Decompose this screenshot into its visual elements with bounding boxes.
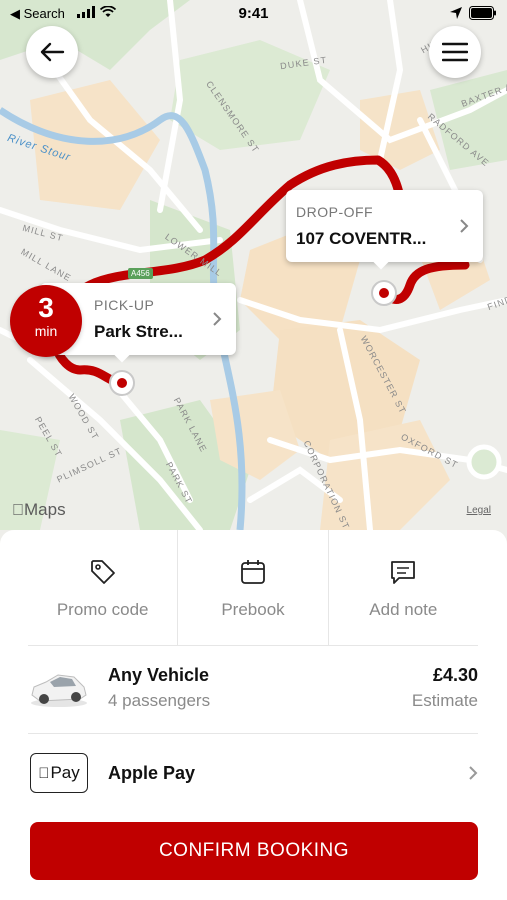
eta-unit: min	[34, 323, 58, 339]
apple-pay-badge: Pay	[30, 753, 88, 793]
pickup-label: PICK-UP	[94, 297, 155, 313]
vehicle-name: Any Vehicle	[108, 665, 210, 685]
wifi-icon	[100, 6, 116, 17]
apple-maps-logo: Maps	[12, 500, 66, 519]
car-icon	[31, 674, 87, 707]
promo-code-label: Promo code	[56, 600, 149, 619]
chevron-right-icon	[213, 312, 222, 326]
chevron-right-icon	[469, 766, 478, 780]
prebook-label: Prebook	[221, 600, 285, 619]
payment-method-label: Apple Pay	[108, 763, 196, 783]
battery-icon	[469, 6, 496, 20]
note-icon	[391, 561, 416, 584]
add-note-label: Add note	[369, 600, 438, 619]
booking-sheet: Promo code Prebook Add note Any Vehicle …	[0, 530, 507, 900]
add-note-button[interactable]: Add note	[327, 530, 478, 645]
vehicle-passengers: 4 passengers	[108, 691, 211, 710]
action-row: Promo code Prebook Add note	[28, 530, 478, 646]
back-button[interactable]	[26, 26, 78, 78]
eta-badge: 3 min	[10, 285, 82, 357]
status-bar: ◀ Search 9:41	[0, 0, 507, 28]
apple-logo-icon: 	[38, 765, 49, 782]
vehicle-option[interactable]: Any Vehicle 4 passengers £4.30 Estimate	[28, 645, 478, 734]
price-estimate-label: Estimate	[411, 691, 478, 710]
hamburger-icon	[442, 42, 468, 62]
prebook-button[interactable]: Prebook	[177, 530, 327, 645]
map-view[interactable]: River Stour A456 DUKE ST CLENSMORE ST RA…	[0, 0, 507, 560]
legal-link[interactable]: Legal	[467, 505, 491, 516]
payment-method[interactable]: Pay Apple Pay	[28, 733, 478, 813]
promo-code-button[interactable]: Promo code	[28, 530, 177, 645]
menu-button[interactable]	[429, 26, 481, 78]
vehicle-price: £4.30	[432, 665, 478, 685]
arrow-left-icon	[40, 42, 65, 62]
signal-icon	[77, 6, 95, 18]
chevron-right-icon	[460, 219, 469, 233]
tag-icon	[90, 560, 115, 584]
calendar-icon	[241, 560, 265, 584]
confirm-booking-button[interactable]: CONFIRM BOOKING	[30, 822, 478, 880]
pickup-address: Park Stre...	[94, 322, 183, 341]
dropoff-address: 107 COVENTR...	[296, 229, 427, 248]
road-badge: A456	[128, 268, 153, 279]
dropoff-label: DROP-OFF	[296, 204, 374, 220]
location-arrow-icon	[450, 7, 462, 19]
dropoff-callout[interactable]: DROP-OFF 107 COVENTR...	[286, 190, 483, 270]
eta-number: 3	[38, 292, 54, 323]
